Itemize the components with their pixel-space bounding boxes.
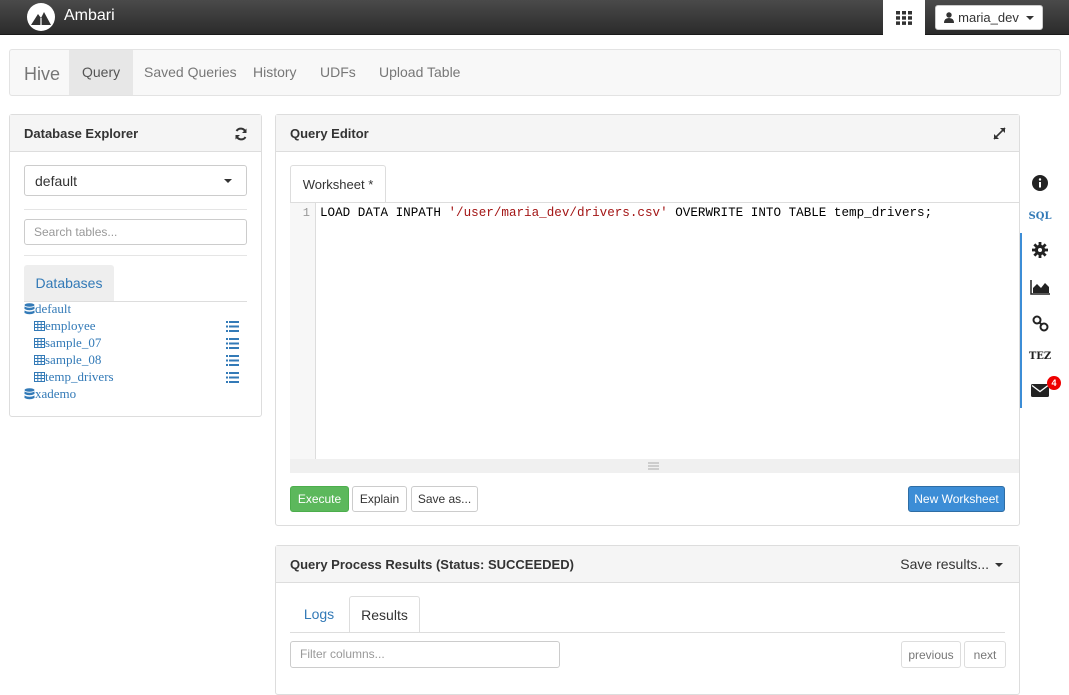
user-name: maria_dev (958, 10, 1019, 25)
sql-label: SQL (1028, 210, 1052, 222)
tab-databases[interactable]: Databases (24, 265, 114, 301)
list-icon[interactable] (226, 338, 239, 349)
table-icon (34, 355, 45, 365)
code-keyword: LOAD DATA INPATH (320, 206, 449, 220)
gear-icon (1032, 242, 1048, 258)
apps-grid-button[interactable] (883, 0, 925, 35)
new-worksheet-button[interactable]: New Worksheet (908, 486, 1005, 512)
tree-table-label: temp_drivers (45, 369, 114, 384)
notifications-button[interactable]: 4 (1020, 372, 1061, 408)
code-string: '/user/maria_dev/drivers.csv' (448, 206, 668, 220)
query-editor-panel: Query Editor Worksheet * 1 LOAD DATA INP… (275, 114, 1020, 526)
list-icon[interactable] (226, 372, 239, 383)
database-icon (24, 388, 35, 400)
tree-table-label: sample_08 (45, 352, 102, 367)
table-icon (34, 338, 45, 348)
tez-button[interactable]: TEZ (1020, 338, 1060, 374)
editor-resize-handle[interactable] (290, 459, 1019, 473)
expand-icon[interactable] (993, 127, 1006, 140)
link-button[interactable] (1020, 305, 1060, 341)
tree-table-label: employee (45, 318, 96, 333)
line-gutter: 1 (290, 203, 316, 459)
chevron-down-icon (1025, 15, 1034, 20)
settings-button[interactable] (1020, 232, 1060, 268)
top-bar: Ambari maria_dev (0, 0, 1069, 35)
table-icon (34, 372, 45, 382)
info-button[interactable] (1020, 165, 1060, 201)
query-editor-header: Query Editor (276, 115, 1019, 152)
database-select-value: default (35, 173, 78, 189)
database-icon (24, 303, 35, 315)
chevron-down-icon (995, 563, 1003, 568)
divider (24, 209, 247, 210)
table-icon (34, 321, 45, 331)
database-explorer-panel: Database Explorer default Search tables.… (9, 114, 262, 417)
tab-underline (290, 632, 1005, 633)
database-explorer-title: Database Explorer (24, 126, 139, 141)
search-tables-input[interactable]: Search tables... (24, 219, 247, 245)
database-select[interactable]: default (24, 165, 247, 196)
tree-db-default[interactable]: default (24, 301, 71, 317)
tab-saved-queries[interactable]: Saved Queries (131, 50, 250, 95)
query-results-panel: Query Process Results (Status: SUCCEEDED… (275, 545, 1020, 695)
tree-table-sample-08[interactable]: sample_08 (34, 352, 101, 368)
visualization-button[interactable] (1020, 269, 1060, 305)
list-icon[interactable] (226, 355, 239, 366)
info-icon (1032, 175, 1048, 191)
area-chart-icon (1030, 279, 1050, 295)
drag-handle-icon (648, 462, 659, 470)
link-icon (1032, 315, 1048, 331)
tree-db-xademo[interactable]: xademo (24, 386, 76, 402)
line-number: 1 (302, 206, 310, 220)
next-button[interactable]: next (964, 641, 1006, 668)
ambari-logo-icon[interactable] (27, 3, 55, 31)
query-results-title: Query Process Results (Status: SUCCEEDED… (290, 557, 574, 572)
tree-table-temp-drivers[interactable]: temp_drivers (34, 369, 114, 385)
envelope-icon (1031, 383, 1049, 397)
hive-navbar: Hive Query Saved Queries History UDFs Up… (9, 49, 1061, 96)
tree-table-employee[interactable]: employee (34, 318, 96, 334)
tab-logs[interactable]: Logs (290, 596, 348, 633)
code-line[interactable]: LOAD DATA INPATH '/user/maria_dev/driver… (320, 206, 932, 220)
execute-button[interactable]: Execute (290, 486, 349, 512)
grid-icon (896, 10, 912, 25)
chevron-down-icon (224, 179, 232, 183)
sql-button[interactable]: SQL (1020, 198, 1060, 234)
tab-query[interactable]: Query (69, 50, 134, 95)
query-editor-title: Query Editor (290, 126, 369, 141)
tab-udfs[interactable]: UDFs (307, 50, 369, 95)
save-results-dropdown[interactable]: Save results... (900, 556, 1003, 572)
divider (24, 255, 247, 256)
tree-db-label: xademo (35, 386, 77, 401)
list-icon[interactable] (226, 321, 239, 332)
nav-brand[interactable]: Hive (24, 64, 60, 85)
tab-worksheet[interactable]: Worksheet * (290, 165, 386, 203)
save-as-button[interactable]: Save as... (411, 486, 478, 512)
tab-history[interactable]: History (240, 50, 310, 95)
tab-results[interactable]: Results (349, 596, 420, 633)
explain-button[interactable]: Explain (352, 486, 407, 512)
tree-table-sample-07[interactable]: sample_07 (34, 335, 101, 351)
tab-upload-table[interactable]: Upload Table (366, 50, 473, 95)
query-results-header: Query Process Results (Status: SUCCEEDED… (276, 546, 1019, 583)
refresh-icon[interactable] (234, 127, 248, 141)
sql-code-editor[interactable]: 1 LOAD DATA INPATH '/user/maria_dev/driv… (290, 202, 1019, 473)
brand-name[interactable]: Ambari (64, 7, 115, 25)
right-icon-rail: SQL TEZ 4 (1020, 165, 1061, 408)
tree-table-label: sample_07 (45, 335, 102, 350)
user-icon (944, 12, 955, 23)
user-menu-button[interactable]: maria_dev (935, 5, 1043, 30)
notification-badge: 4 (1047, 376, 1061, 390)
database-explorer-header: Database Explorer (10, 115, 261, 152)
tree-db-label: default (35, 301, 72, 316)
save-results-label: Save results... (900, 556, 989, 572)
previous-button[interactable]: previous (901, 641, 961, 668)
tez-label: TEZ (1028, 350, 1052, 362)
code-keyword: OVERWRITE INTO TABLE temp_drivers; (667, 206, 933, 220)
filter-columns-input[interactable]: Filter columns... (290, 641, 560, 668)
